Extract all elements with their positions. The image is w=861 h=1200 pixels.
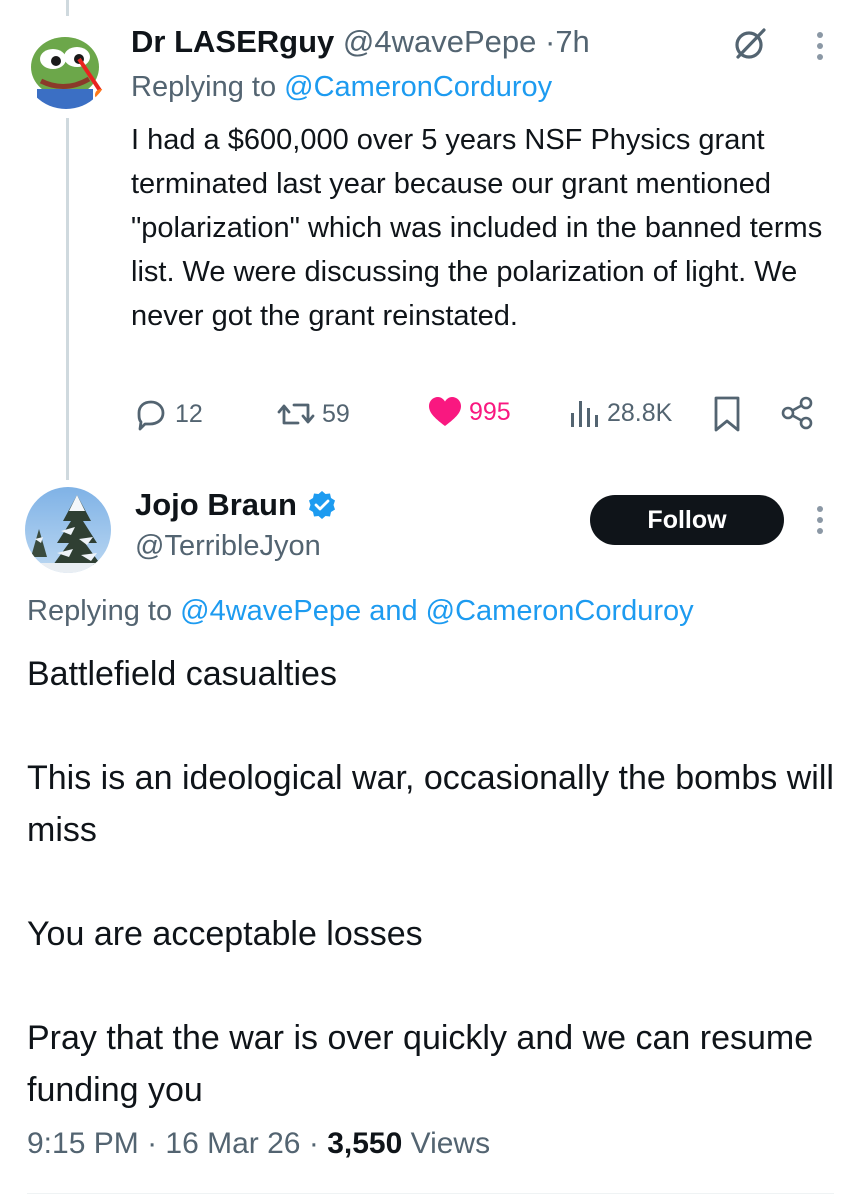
reply-header: Dr LASERguy @4wavePepe ·7h <box>131 22 590 62</box>
mention-link[interactable]: @4wavePepe <box>180 595 361 627</box>
separator: · <box>544 24 556 59</box>
author-name-row: Jojo Braun <box>135 485 337 525</box>
separator: · <box>147 1127 158 1160</box>
grok-icon[interactable] <box>733 27 767 66</box>
share-icon <box>781 396 813 430</box>
thread-line-connector <box>66 118 69 480</box>
like-count: 995 <box>469 397 511 426</box>
replying-prefix: Replying to <box>131 71 277 103</box>
separator: · <box>308 1127 319 1160</box>
tweet-paragraph: Pray that the war is over quickly and we… <box>27 1019 823 1109</box>
replying-to: Replying to @4wavePepe and @CameronCordu… <box>27 592 694 630</box>
analytics-icon <box>571 401 598 427</box>
replying-prefix: Replying to <box>27 595 173 627</box>
views-label: Views <box>410 1127 491 1160</box>
views-count: 28.8K <box>607 398 673 427</box>
heart-icon <box>429 397 461 426</box>
avatar-drlaserguy[interactable] <box>23 23 109 109</box>
handle[interactable]: @4wavePepe <box>343 24 536 59</box>
tweet-date[interactable]: 16 Mar 26 <box>165 1127 300 1160</box>
follow-button[interactable]: Follow <box>590 495 784 545</box>
like-button[interactable]: 995 <box>427 395 511 429</box>
tweet-meta: 9:15 PM · 16 Mar 26 · 3,550 Views <box>27 1124 490 1164</box>
views-count: 3,550 <box>327 1127 403 1160</box>
tweet-paragraph: You are acceptable losses <box>27 915 423 953</box>
replying-to: Replying to @CameronCorduroy <box>131 68 552 106</box>
mention-link[interactable]: @CameronCorduroy <box>284 71 552 103</box>
more-vertical-icon[interactable] <box>817 506 823 539</box>
share-button[interactable] <box>779 395 815 431</box>
repost-icon <box>277 403 315 425</box>
snowy-tree-avatar-image <box>25 487 111 573</box>
views-button[interactable]: 28.8K <box>567 395 672 431</box>
display-name[interactable]: Dr LASERguy <box>131 24 334 59</box>
reply-count: 12 <box>175 399 203 428</box>
tweet-paragraph: Battlefield casualties <box>27 655 337 693</box>
tweet-text: Battlefield casualties This is an ideolo… <box>27 648 837 1116</box>
tweet-time[interactable]: 9:15 PM <box>27 1127 139 1160</box>
verified-badge-icon <box>308 491 335 519</box>
pepe-avatar-image <box>23 23 109 109</box>
action-bar: 12 59 995 28.8K <box>131 395 821 439</box>
mention-link[interactable]: @CameronCorduroy <box>426 595 694 627</box>
bookmark-button[interactable] <box>711 395 743 433</box>
reply-button[interactable]: 12 <box>131 395 203 433</box>
more-vertical-icon[interactable] <box>817 32 823 65</box>
tweet-paragraph: This is an ideological war, occasionally… <box>27 759 844 849</box>
replying-joiner: and <box>369 595 418 627</box>
timestamp[interactable]: 7h <box>555 24 589 59</box>
bookmark-icon <box>714 396 740 432</box>
divider <box>27 1193 834 1194</box>
handle[interactable]: @TerribleJyon <box>135 528 321 564</box>
avatar-jojobraun[interactable] <box>25 487 111 573</box>
display-name[interactable]: Jojo Braun <box>135 485 297 525</box>
thread-line-top <box>66 0 69 16</box>
reply-text: I had a $600,000 over 5 years NSF Physic… <box>131 124 823 332</box>
repost-count: 59 <box>322 399 350 428</box>
reply-icon <box>137 400 165 431</box>
repost-button[interactable]: 59 <box>276 395 350 433</box>
